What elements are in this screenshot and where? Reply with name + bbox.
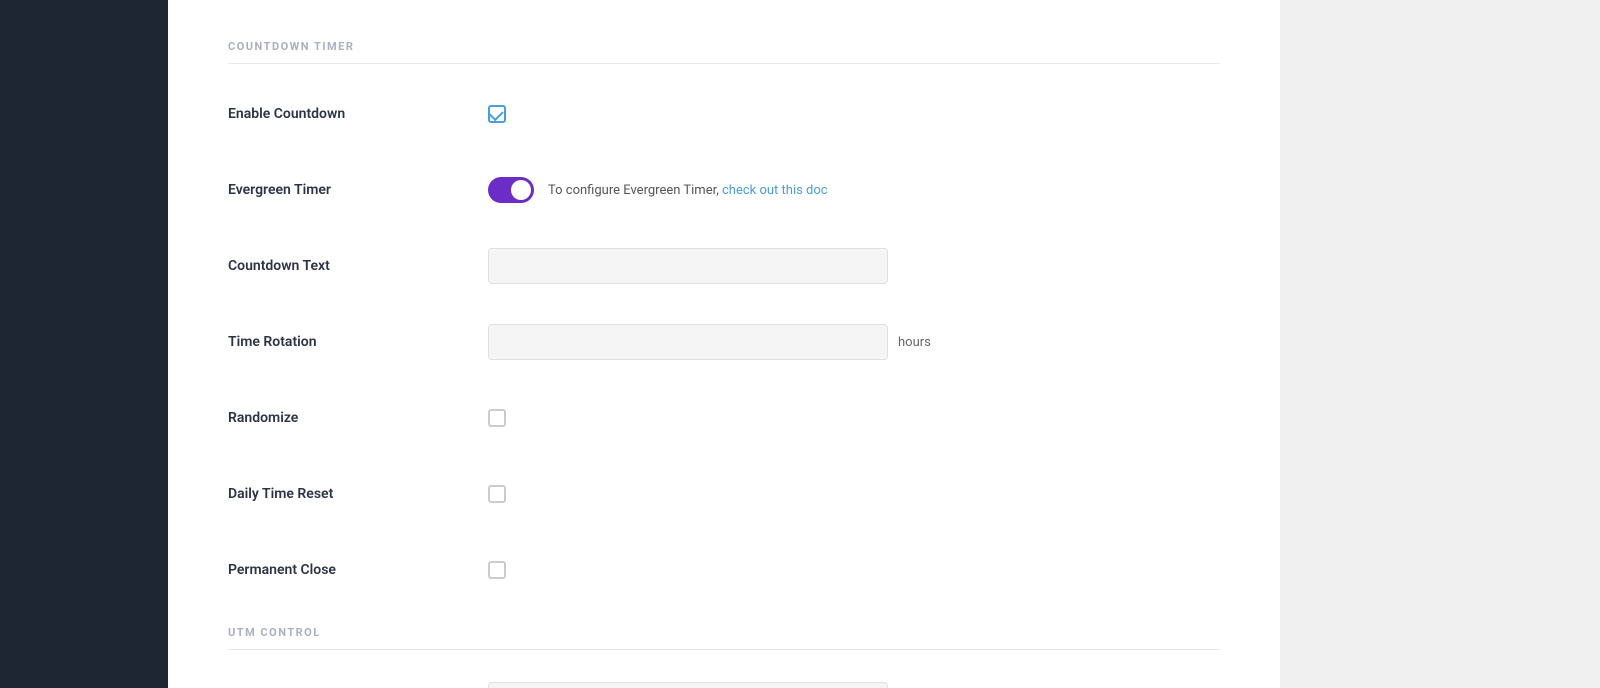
permanent-close-control: [488, 561, 1220, 579]
enable-countdown-row: Enable Countdown: [228, 94, 1220, 134]
countdown-text-control: [488, 248, 1220, 284]
evergreen-timer-label: Evergreen Timer: [228, 182, 488, 198]
randomize-control: [488, 409, 1220, 427]
time-rotation-suffix: hours: [898, 335, 931, 350]
permanent-close-label: Permanent Close: [228, 562, 488, 578]
time-rotation-wrapper: hours: [488, 324, 931, 360]
daily-time-reset-label: Daily Time Reset: [228, 486, 488, 502]
utm-section-title: UTM CONTROL: [228, 626, 1220, 650]
evergreen-timer-control: To configure Evergreen Timer, check out …: [488, 177, 1220, 203]
randomize-label: Randomize: [228, 410, 488, 426]
daily-time-reset-checkbox[interactable]: [488, 485, 506, 503]
campaign-input[interactable]: [488, 682, 888, 688]
randomize-row: Randomize: [228, 398, 1220, 438]
evergreen-timer-toggle[interactable]: [488, 177, 534, 203]
enable-countdown-checkbox[interactable]: [488, 105, 506, 123]
campaign-row: Campaign: [228, 680, 1220, 688]
countdown-section-title: COUNTDOWN TIMER: [228, 40, 1220, 64]
permanent-close-row: Permanent Close: [228, 550, 1220, 590]
sidebar: [0, 0, 168, 688]
countdown-text-row: Countdown Text: [228, 246, 1220, 286]
enable-countdown-control: [488, 105, 1220, 123]
time-rotation-label: Time Rotation: [228, 334, 488, 350]
time-rotation-input[interactable]: [488, 324, 888, 360]
time-rotation-row: Time Rotation hours: [228, 322, 1220, 362]
campaign-control: [488, 682, 1220, 688]
randomize-checkbox[interactable]: [488, 409, 506, 427]
evergreen-timer-row: Evergreen Timer To configure Evergreen T…: [228, 170, 1220, 210]
evergreen-timer-link[interactable]: check out this doc: [722, 183, 828, 198]
main-content: COUNTDOWN TIMER Enable Countdown Evergre…: [168, 0, 1280, 688]
evergreen-timer-helper: To configure Evergreen Timer, check out …: [548, 183, 828, 198]
right-panel: [1280, 0, 1600, 688]
daily-time-reset-control: [488, 485, 1220, 503]
permanent-close-checkbox[interactable]: [488, 561, 506, 579]
countdown-text-label: Countdown Text: [228, 258, 488, 274]
daily-time-reset-row: Daily Time Reset: [228, 474, 1220, 514]
time-rotation-control: hours: [488, 324, 1220, 360]
countdown-text-input[interactable]: [488, 248, 888, 284]
enable-countdown-label: Enable Countdown: [228, 106, 488, 122]
